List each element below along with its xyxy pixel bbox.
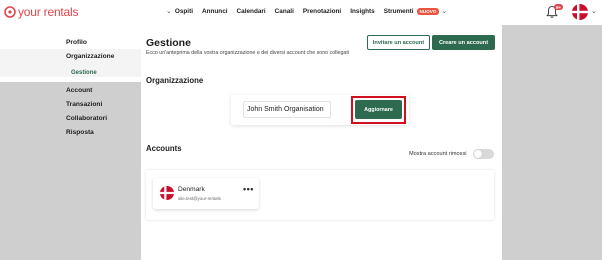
- create-account-button[interactable]: Creare un account: [432, 35, 495, 50]
- nav-item-prenotazioni[interactable]: Prenotazioni: [303, 8, 341, 15]
- sidebar-item-account[interactable]: Account: [66, 87, 92, 94]
- account-email: site.test@your-rentals: [178, 196, 221, 201]
- nav-item-label: Strumenti: [383, 7, 414, 15]
- nav-item-canali[interactable]: Canali: [275, 8, 294, 15]
- sidebar-item-organizzazione[interactable]: Organizzazione: [66, 53, 114, 60]
- account-name: Denmark: [178, 186, 205, 193]
- show-removed-accounts-toggle[interactable]: [473, 149, 494, 159]
- chevron-down-icon: ⌄: [441, 8, 448, 15]
- more-options-icon[interactable]: •••: [243, 184, 254, 194]
- nav-item-label: Insights: [350, 7, 375, 15]
- notification-count-badge: 9+: [554, 4, 564, 10]
- show-removed-accounts-label: Mostra account rimossi: [409, 151, 467, 157]
- brand-name: your rentals: [18, 5, 79, 19]
- nav-item-insights[interactable]: Insights: [350, 8, 375, 15]
- avatar-denmark-flag-icon[interactable]: [572, 4, 588, 20]
- sidebar-subitem-gestione[interactable]: Gestione: [71, 70, 97, 76]
- top-bar: your rentals ⌄ Ospiti Annunci Calendari …: [0, 0, 602, 25]
- organization-name-input[interactable]: John Smith Organisation: [243, 101, 331, 118]
- nav-item-calendari[interactable]: Calendari: [237, 8, 266, 15]
- organization-section-title: Organizzazione: [146, 76, 204, 85]
- chevron-down-icon: ⌄: [166, 8, 172, 15]
- sidebar-item-profilo[interactable]: Profilo: [66, 39, 87, 46]
- sidebar: Profilo Organizzazione Gestione Account …: [0, 25, 142, 260]
- logo-location-icon: [4, 6, 16, 18]
- nav-item-label: Ospiti: [174, 7, 193, 15]
- sidebar-item-risposta[interactable]: Risposta: [66, 129, 94, 136]
- accounts-section-title: Accounts: [146, 144, 182, 153]
- nav-item-label: Canali: [274, 7, 294, 15]
- account-card[interactable]: Denmark site.test@your-rentals •••: [153, 178, 259, 209]
- accounts-panel: Denmark site.test@your-rentals •••: [146, 170, 494, 220]
- page-title: Gestione: [146, 37, 191, 49]
- chevron-down-icon[interactable]: ⌄: [591, 7, 597, 15]
- main-nav: ⌄ Ospiti Annunci Calendari Canali Prenot…: [166, 7, 456, 15]
- nav-item-label: Calendari: [236, 7, 266, 15]
- sidebar-item-collaboratori[interactable]: Collaboratori: [66, 115, 107, 122]
- organization-card: John Smith Organisation Aggiornare: [231, 95, 409, 125]
- new-badge: NUOVO: [416, 7, 440, 15]
- nav-item-label: Prenotazioni: [302, 7, 342, 15]
- nav-item-ospiti[interactable]: ⌄ Ospiti: [166, 7, 193, 16]
- update-button[interactable]: Aggiornare: [355, 100, 402, 119]
- toggle-knob: [474, 150, 482, 158]
- nav-item-strumenti[interactable]: Strumenti NUOVO ⌄: [383, 7, 448, 15]
- main-content: Gestione Ecco un'anteprima della vostra …: [141, 25, 502, 260]
- page-subtitle: Ecco un'anteprima della vostra organizza…: [146, 50, 349, 56]
- nav-item-label: Annunci: [201, 7, 228, 15]
- invite-account-button[interactable]: Invitare un account: [367, 35, 430, 50]
- denmark-flag-icon: [160, 186, 174, 200]
- nav-item-annunci[interactable]: Annunci: [202, 8, 228, 15]
- brand-logo[interactable]: your rentals: [4, 5, 78, 19]
- sidebar-item-transazioni[interactable]: Transazioni: [66, 101, 102, 108]
